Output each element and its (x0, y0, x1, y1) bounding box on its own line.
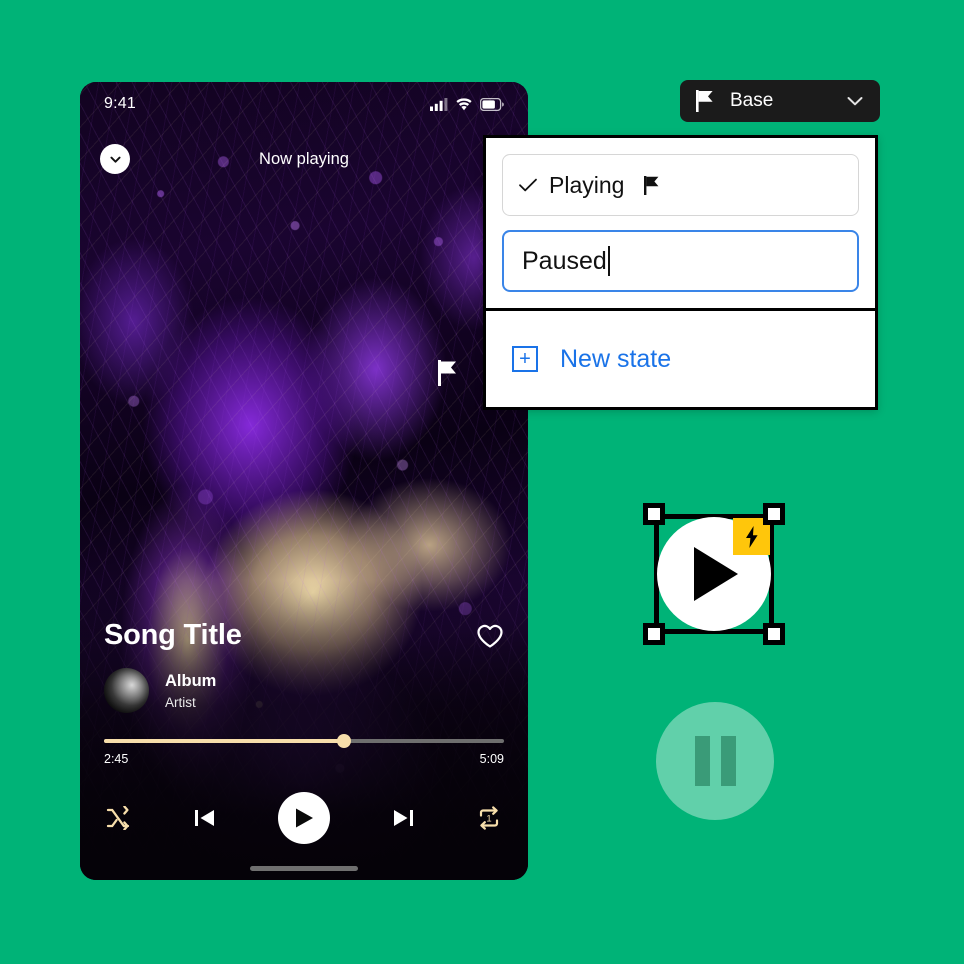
progress-slider[interactable] (104, 734, 504, 748)
now-playing-title: Now playing (259, 149, 349, 168)
play-button[interactable] (278, 792, 330, 844)
cellular-signal-icon (430, 97, 448, 111)
state-list-popup: Playing Paused + New state (483, 135, 878, 410)
status-time: 9:41 (104, 95, 136, 112)
figma-canvas: 9:41 Now playing Song Title Album Artist… (0, 0, 964, 964)
player-meta: Song Title Album Artist 2:45 5:09 1 (80, 619, 528, 880)
pause-icon-bar-left (694, 736, 710, 786)
flag-icon (696, 90, 713, 112)
selected-play-component[interactable] (640, 500, 788, 648)
repeat-one-button[interactable]: 1 (476, 806, 502, 830)
ghost-pause-component[interactable] (656, 702, 774, 820)
artist-name: Artist (165, 694, 196, 710)
album-art-thumbnail[interactable] (104, 668, 149, 713)
wifi-icon (456, 97, 472, 110)
state-list: Playing Paused (486, 138, 875, 308)
shuffle-button[interactable] (106, 806, 132, 830)
artwork-flag-marker-icon[interactable] (438, 360, 460, 386)
status-icons (430, 97, 504, 111)
state-item-playing[interactable]: Playing (502, 154, 859, 216)
selection-handle-top-right[interactable] (763, 503, 785, 525)
total-time: 5:09 (479, 752, 504, 766)
next-track-icon (394, 810, 413, 826)
home-indicator (250, 866, 358, 871)
check-icon (517, 177, 539, 193)
flag-icon (644, 175, 659, 195)
new-state-label: New state (560, 344, 672, 373)
progress-thumb[interactable] (337, 734, 351, 748)
progress-fill (104, 739, 344, 743)
svg-text:1: 1 (486, 814, 491, 825)
previous-track-button[interactable] (193, 806, 217, 830)
base-state-label: Base (730, 90, 774, 111)
plus-square-icon: + (512, 346, 538, 372)
next-track-button[interactable] (391, 806, 415, 830)
battery-icon (480, 97, 504, 111)
album-name: Album (165, 672, 217, 691)
new-state-button[interactable]: + New state (486, 311, 875, 407)
previous-track-icon (195, 810, 214, 826)
lightning-bolt-icon (745, 525, 758, 548)
player-header: Now playing (80, 134, 528, 184)
shuffle-icon (106, 806, 130, 830)
state-name-input[interactable]: Paused (502, 230, 859, 292)
album-artist-text: Album Artist (165, 671, 216, 710)
repeat-one-icon: 1 (479, 806, 499, 830)
time-labels: 2:45 5:09 (104, 752, 504, 766)
title-row: Song Title (104, 619, 504, 652)
elapsed-time: 2:45 (104, 752, 129, 766)
selection-handle-bottom-left[interactable] (643, 623, 665, 645)
text-cursor (607, 246, 610, 276)
state-input-value: Paused (522, 246, 607, 275)
playback-controls: 1 (104, 770, 504, 844)
chevron-down-icon (847, 97, 863, 106)
selection-handle-top-left[interactable] (643, 503, 665, 525)
pause-icon-bar-right (720, 736, 736, 786)
heart-icon[interactable] (476, 623, 504, 649)
song-title: Song Title (104, 619, 242, 651)
base-state-dropdown[interactable]: Base (680, 80, 880, 122)
phone-frame: 9:41 Now playing Song Title Album Artist… (80, 82, 528, 880)
progress-section: 2:45 5:09 (104, 734, 504, 770)
album-row: Album Artist (104, 668, 504, 713)
state-item-label: Playing (549, 171, 625, 198)
status-bar: 9:41 (80, 82, 528, 126)
selection-handle-bottom-right[interactable] (763, 623, 785, 645)
play-icon (296, 808, 313, 828)
